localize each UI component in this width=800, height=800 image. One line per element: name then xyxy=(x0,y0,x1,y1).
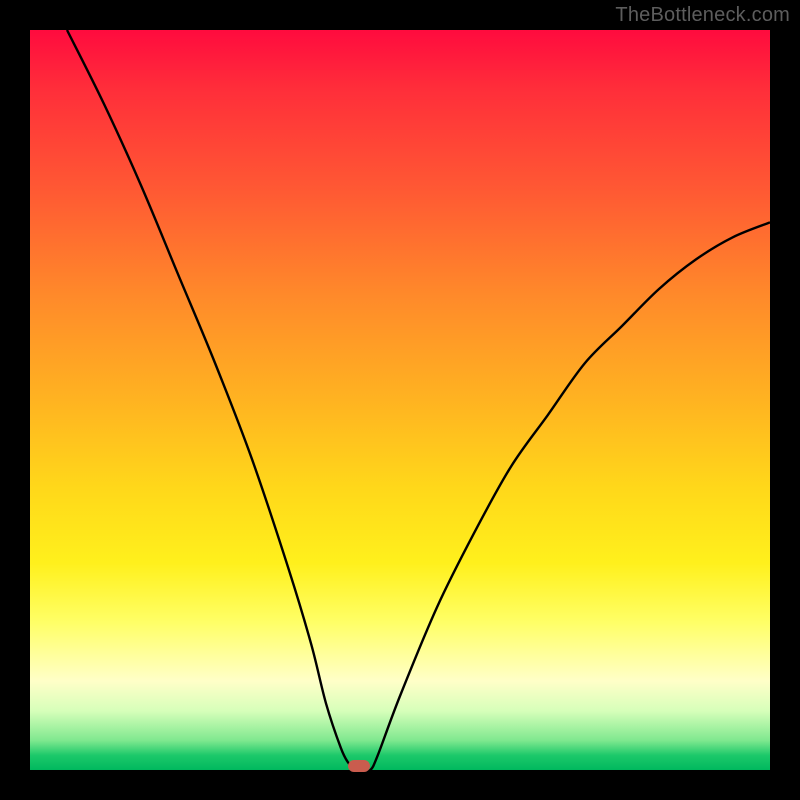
curve-svg xyxy=(30,30,770,770)
watermark-text: TheBottleneck.com xyxy=(615,4,790,27)
minimum-marker xyxy=(348,760,370,772)
bottleneck-curve xyxy=(67,30,770,771)
chart-frame: TheBottleneck.com xyxy=(0,0,800,800)
plot-area xyxy=(30,30,770,770)
